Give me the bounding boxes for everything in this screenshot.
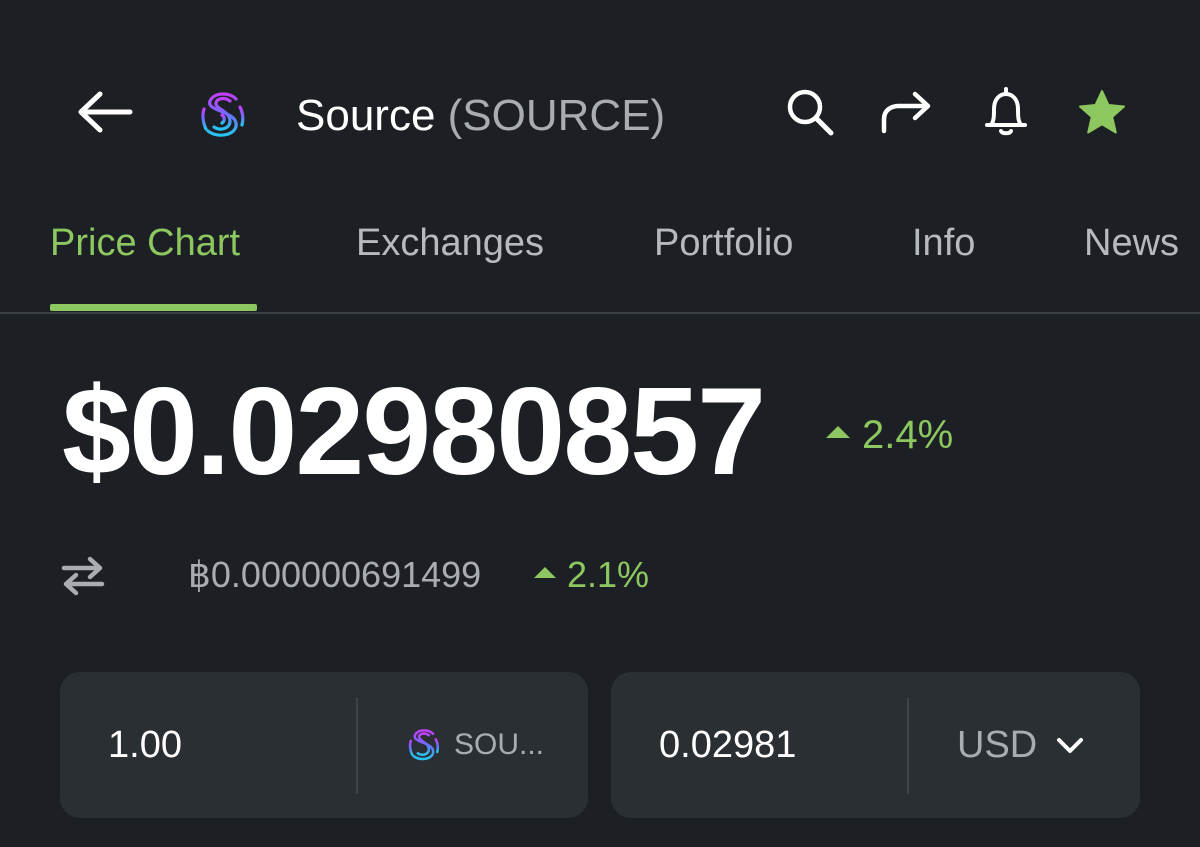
btc-change-badge: 2.1% <box>534 550 649 600</box>
fiat-amount-input[interactable]: 0.02981 <box>659 720 796 770</box>
token-amount-box: 1.00 SOU... <box>60 672 588 818</box>
active-tab-indicator <box>50 304 257 311</box>
tab-info[interactable]: Info <box>912 218 975 268</box>
coin-detail-screen: Source (SOURCE) Price Chart Exchanges Po… <box>0 0 1200 847</box>
header: Source (SOURCE) <box>0 0 1200 200</box>
star-icon <box>1079 90 1125 134</box>
bell-icon <box>985 87 1027 136</box>
usd-price: $0.02980857 <box>62 363 766 501</box>
chevron-down-icon <box>1057 738 1084 753</box>
alerts-button[interactable] <box>978 82 1034 140</box>
token-amount-input[interactable]: 1.00 <box>108 720 182 770</box>
currency-label: USD <box>957 723 1038 766</box>
tab-price-chart[interactable]: Price Chart <box>50 218 240 268</box>
back-button[interactable] <box>72 84 138 140</box>
token-selector[interactable]: SOU... <box>408 720 544 770</box>
favorite-button[interactable] <box>1074 84 1130 140</box>
source-logo-icon <box>198 88 248 142</box>
usd-change-badge: 2.4% <box>826 410 953 460</box>
token-symbol-label: SOU... <box>454 728 545 761</box>
fiat-amount-box: 0.02981 USD <box>611 672 1140 818</box>
coin-symbol: (SOURCE) <box>447 91 666 140</box>
btc-change-value: 2.1% <box>567 554 650 595</box>
tab-news[interactable]: News <box>1084 218 1179 268</box>
currency-selector[interactable]: USD <box>957 720 1087 770</box>
coin-name: Source <box>296 91 436 140</box>
swap-icon[interactable] <box>60 556 106 596</box>
up-triangle-icon <box>534 566 556 578</box>
share-icon <box>881 91 931 134</box>
tab-exchanges[interactable]: Exchanges <box>356 218 544 268</box>
tab-bar: Price Chart Exchanges Portfolio Info New… <box>0 200 1200 314</box>
search-icon <box>787 89 834 136</box>
converter-divider <box>907 698 909 794</box>
source-logo-icon <box>408 729 440 761</box>
btc-price: ฿0.000000691499 <box>188 554 482 595</box>
up-triangle-icon <box>826 426 850 438</box>
converter-divider <box>356 698 358 794</box>
coin-title: Source (SOURCE) <box>296 88 665 144</box>
back-arrow-icon <box>78 91 133 133</box>
btc-price-row: ฿0.000000691499 2.1% <box>60 548 760 604</box>
tab-portfolio[interactable]: Portfolio <box>654 218 793 268</box>
usd-change-value: 2.4% <box>862 413 954 457</box>
share-button[interactable] <box>876 84 936 140</box>
tabs-divider <box>0 312 1200 314</box>
search-button[interactable] <box>782 84 838 140</box>
